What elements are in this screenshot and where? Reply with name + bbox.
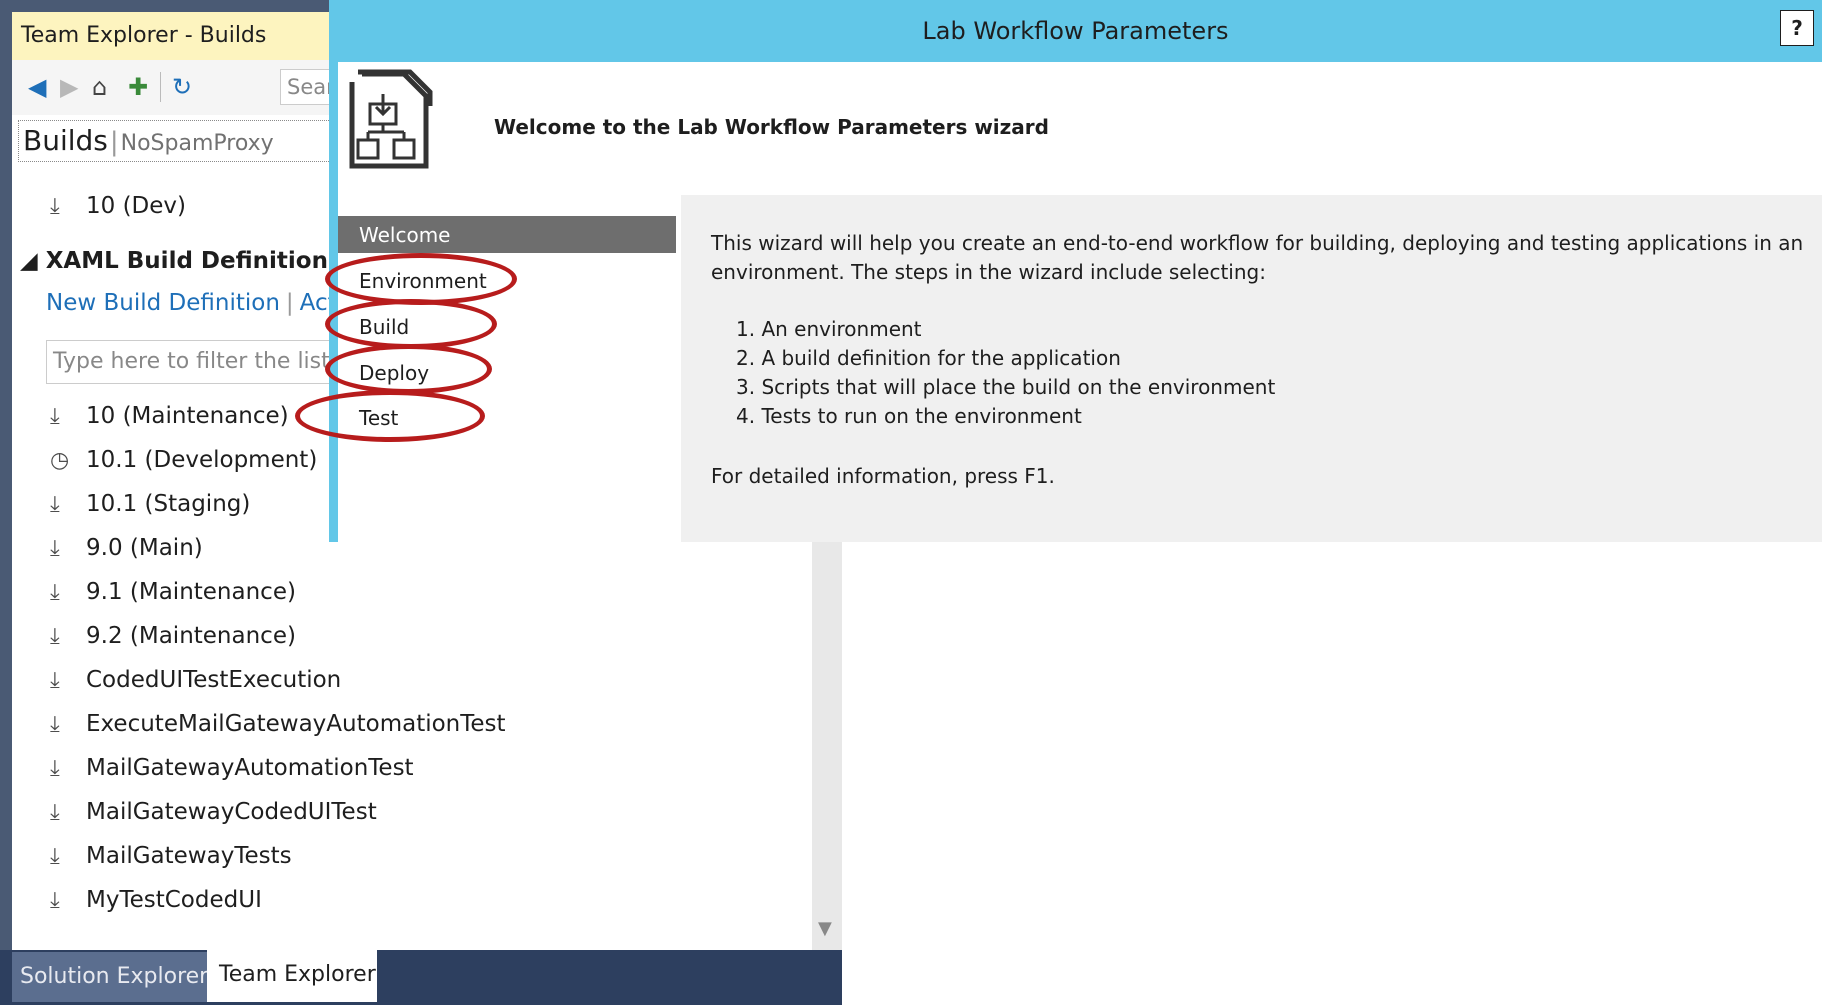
list-item-label: MailGatewayAutomationTest	[86, 755, 414, 781]
list-item[interactable]: ⤓ 9.0 (Main)	[50, 530, 203, 566]
wizard-step: 4. Tests to run on the environment	[736, 404, 1082, 428]
section-links: New Build Definition | Acti	[46, 285, 343, 321]
list-item[interactable]: ⤓ 9.1 (Maintenance)	[50, 574, 296, 610]
link-separator: |	[285, 290, 294, 316]
list-item-label: 10 (Dev)	[86, 193, 186, 219]
highlight-ring-deploy	[325, 344, 492, 394]
team-explorer-frame-top	[0, 0, 337, 12]
download-icon: ⤓	[50, 580, 60, 605]
help-button[interactable]: ?	[1780, 10, 1814, 46]
list-item[interactable]: ⤓ MailGatewayCodedUITest	[50, 794, 377, 830]
wizard-step: 1. An environment	[736, 317, 922, 341]
download-icon: ⤓	[50, 712, 60, 737]
download-icon: ⤓	[50, 756, 60, 781]
download-icon: ⤓	[50, 194, 60, 219]
page-separator: |	[109, 127, 119, 157]
list-item-label: 9.0 (Main)	[86, 535, 203, 561]
highlight-ring-environment	[325, 253, 517, 305]
wizard-step: 3. Scripts that will place the build on …	[736, 375, 1276, 399]
list-item[interactable]: ⤓ MailGatewayTests	[50, 838, 292, 874]
wizard-intro-line-1: This wizard will help you create an end-…	[711, 231, 1804, 255]
clock-icon: ◷	[50, 448, 70, 473]
team-explorer-frame-left	[0, 0, 12, 1005]
filter-input[interactable]: Type here to filter the list	[46, 340, 336, 384]
tab-team-explorer[interactable]: Team Explorer	[207, 950, 377, 1002]
list-item-label: MailGatewayTests	[86, 843, 292, 869]
home-icon[interactable]: ⌂	[92, 72, 107, 102]
back-icon[interactable]: ◀	[28, 72, 46, 102]
tab-solution-explorer[interactable]: Solution Explorer	[12, 952, 208, 1002]
list-item[interactable]: ⤓ MailGatewayAutomationTest	[50, 750, 414, 786]
list-item-label: MailGatewayCodedUITest	[86, 799, 377, 825]
download-icon: ⤓	[50, 888, 60, 913]
page-title: Builds	[23, 124, 108, 157]
wizard-workflow-icon	[349, 69, 433, 169]
download-icon: ⤓	[50, 404, 60, 429]
list-item-label: ExecuteMailGatewayAutomationTest	[86, 711, 506, 737]
forward-icon[interactable]: ▶	[60, 72, 78, 102]
list-item[interactable]: ⤓ ExecuteMailGatewayAutomationTest	[50, 706, 506, 742]
wizard-heading: Welcome to the Lab Workflow Parameters w…	[494, 115, 1049, 139]
refresh-icon[interactable]: ↻	[172, 72, 192, 102]
list-item-label: 10.1 (Staging)	[86, 491, 251, 517]
list-item[interactable]: ⤓ CodedUITestExecution	[50, 662, 341, 698]
download-icon: ⤓	[50, 844, 60, 869]
team-explorer-toolbar: ◀ ▶ ⌂ ✚ ↻ Search	[12, 60, 340, 115]
page-selector[interactable]: Builds|NoSpamProxy	[18, 120, 337, 162]
download-icon: ⤓	[50, 624, 60, 649]
wizard-nav-welcome[interactable]: Welcome	[359, 220, 450, 250]
download-icon: ⤓	[50, 800, 60, 825]
scroll-down-icon[interactable]: ▼	[818, 918, 832, 939]
list-item-label: CodedUITestExecution	[86, 667, 342, 693]
project-name: NoSpamProxy	[120, 131, 274, 156]
list-item-label: 9.2 (Maintenance)	[86, 623, 296, 649]
wizard-intro-line-2: environment. The steps in the wizard inc…	[711, 260, 1266, 284]
download-icon: ⤓	[50, 536, 60, 561]
dialog-title: Lab Workflow Parameters	[922, 17, 1229, 45]
list-item-label: MyTestCodedUI	[86, 887, 262, 913]
list-item[interactable]: ⤓ 10 (Dev)	[50, 188, 186, 224]
list-item[interactable]: ⤓ 9.2 (Maintenance)	[50, 618, 296, 654]
list-item[interactable]: ⤓ MyTestCodedUI	[50, 882, 262, 918]
highlight-ring-test	[295, 390, 485, 442]
download-icon: ⤓	[50, 492, 60, 517]
list-item-label: 9.1 (Maintenance)	[86, 579, 296, 605]
wizard-footer-text: For detailed information, press F1.	[711, 464, 1055, 488]
wizard-step: 2. A build definition for the applicatio…	[736, 346, 1121, 370]
list-item-label: 10.1 (Development)	[86, 447, 318, 473]
dialog-left-border	[329, 62, 338, 542]
list-item[interactable]: ◷ 10.1 (Development)	[50, 442, 317, 478]
new-build-definition-link[interactable]: New Build Definition	[46, 290, 280, 316]
connect-icon[interactable]: ✚	[128, 72, 148, 102]
team-explorer-title: Team Explorer - Builds	[12, 12, 337, 60]
toolbar-divider	[160, 72, 161, 102]
list-item[interactable]: ⤓ 10.1 (Staging)	[50, 486, 250, 522]
vertical-scrollbar[interactable]	[812, 530, 842, 950]
download-icon: ⤓	[50, 668, 60, 693]
list-item[interactable]: ⤓ 10 (Maintenance)	[50, 398, 289, 434]
list-item-label: 10 (Maintenance)	[86, 403, 289, 429]
highlight-ring-build	[325, 299, 497, 349]
